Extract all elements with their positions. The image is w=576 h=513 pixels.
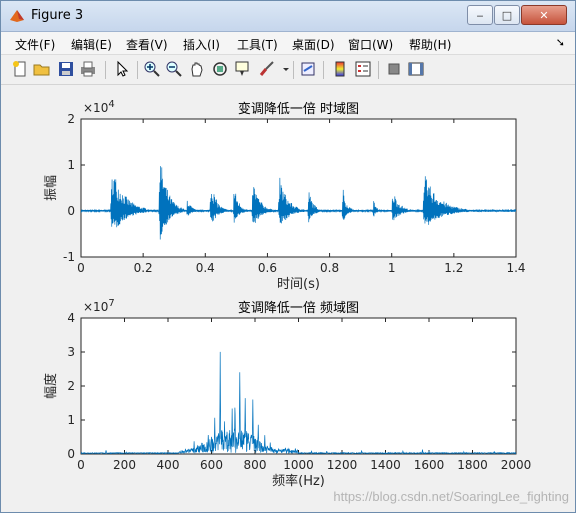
x-tick-label: 1200 [327, 458, 358, 472]
figure-window: Figure 3 ‒ □ ✕ 文件(F) 编辑(E) 查看(V) 插入(I) 工… [0, 0, 576, 513]
link-icon[interactable] [299, 60, 317, 78]
y-tick-label: 0 [67, 447, 75, 461]
hide-plot-tools-icon[interactable] [385, 60, 403, 78]
y-axis-label: 幅度 [43, 373, 59, 399]
y-tick-label: 0 [67, 204, 75, 218]
y-exponent-label: ×104 [83, 99, 115, 115]
new-figure-icon[interactable] [11, 60, 29, 78]
y-tick-label: 1 [67, 158, 75, 172]
menu-help[interactable]: 帮助(H) [409, 36, 451, 53]
rotate-icon[interactable] [211, 60, 229, 78]
x-tick-label: 1600 [414, 458, 445, 472]
x-tick-label: 0.2 [134, 261, 153, 275]
y-tick-label: -1 [63, 250, 75, 264]
x-axis-label: 时间(s) [277, 277, 320, 292]
x-tick-label: 0.8 [320, 261, 339, 275]
x-tick-label: 1000 [283, 458, 314, 472]
x-tick-label: 800 [244, 458, 267, 472]
save-icon[interactable] [57, 60, 75, 78]
print-icon[interactable] [79, 60, 97, 78]
x-tick-label: 0 [77, 261, 85, 275]
x-tick-label: 1 [388, 261, 396, 275]
toolbar-separator [378, 61, 379, 79]
chevron-down-icon[interactable] [277, 60, 289, 78]
chart-title: 变调降低一倍 频域图 [238, 300, 359, 316]
zoom-out-icon[interactable] [165, 60, 183, 78]
pan-icon[interactable] [188, 60, 206, 78]
x-tick-label: 0 [77, 458, 85, 472]
close-button[interactable]: ✕ [521, 5, 567, 25]
menu-bar: 文件(F) 编辑(E) 查看(V) 插入(I) 工具(T) 桌面(D) 窗口(W… [1, 32, 575, 55]
zoom-in-icon[interactable] [143, 60, 161, 78]
show-plot-tools-icon[interactable] [407, 60, 425, 78]
x-tick-label: 1800 [457, 458, 488, 472]
axes-1 [80, 118, 517, 258]
chart-title: 变调降低一倍 时域图 [238, 101, 359, 117]
x-tick-label: 200 [113, 458, 136, 472]
x-tick-label: 600 [200, 458, 223, 472]
menu-window[interactable]: 窗口(W) [348, 36, 393, 53]
y-tick-label: 1 [67, 413, 75, 427]
menu-edit[interactable]: 编辑(E) [71, 36, 112, 53]
y-tick-label: 3 [67, 345, 75, 359]
menubar-dock-icon[interactable]: ➘ [556, 36, 565, 49]
toolbar [1, 56, 575, 85]
x-tick-label: 2000 [501, 458, 532, 472]
x-tick-label: 0.4 [196, 261, 215, 275]
x-tick-label: 0.6 [258, 261, 277, 275]
x-tick-label: 1400 [370, 458, 401, 472]
plot-canvas: 变调降低一倍 时域图×1040 0.2 0.4 0.6 0.8 1 1.2 1.4-1012时… [43, 99, 532, 489]
legend-icon[interactable] [354, 60, 372, 78]
open-file-icon[interactable] [33, 60, 51, 78]
toolbar-separator [105, 61, 106, 79]
data-cursor-icon[interactable] [234, 60, 252, 78]
x-tick-label: 400 [157, 458, 180, 472]
toolbar-separator [323, 61, 324, 79]
menu-file[interactable]: 文件(F) [15, 36, 55, 53]
y-tick-label: 4 [67, 311, 75, 325]
title-bar[interactable]: Figure 3 ‒ □ ✕ [1, 1, 575, 32]
window-title: Figure 3 [31, 8, 84, 23]
y-exponent-label: ×107 [83, 298, 115, 314]
brush-icon[interactable] [258, 60, 276, 78]
toolbar-separator [293, 61, 294, 79]
menu-view[interactable]: 查看(V) [126, 36, 168, 53]
maximize-button[interactable]: □ [494, 5, 520, 25]
matlab-logo-icon [10, 10, 24, 22]
menu-desktop[interactable]: 桌面(D) [292, 36, 335, 53]
axes-2 [80, 317, 517, 455]
toolbar-separator [137, 61, 138, 79]
minimize-button[interactable]: ‒ [467, 5, 493, 25]
x-axis-label: 频率(Hz) [272, 473, 325, 489]
y-axis-label: 振幅 [44, 175, 59, 201]
x-tick-label: 1.2 [444, 261, 463, 275]
y-tick-label: 2 [67, 379, 75, 393]
figure-canvas[interactable]: 变调降低一倍 时域图 ×104 0 0.2 0.4 0.6 0.8 1 1.2 1.4 -1 0 1 2 时… [1, 85, 575, 512]
x-tick-label: 1.4 [506, 261, 525, 275]
watermark-text: https://blog.csdn.net/SoaringLee_fightin… [333, 489, 569, 504]
menu-tools[interactable]: 工具(T) [237, 36, 278, 53]
menu-insert[interactable]: 插入(I) [183, 36, 220, 53]
y-tick-label: 2 [67, 112, 75, 126]
pointer-icon[interactable] [113, 60, 131, 78]
colorbar-icon[interactable] [331, 60, 349, 78]
